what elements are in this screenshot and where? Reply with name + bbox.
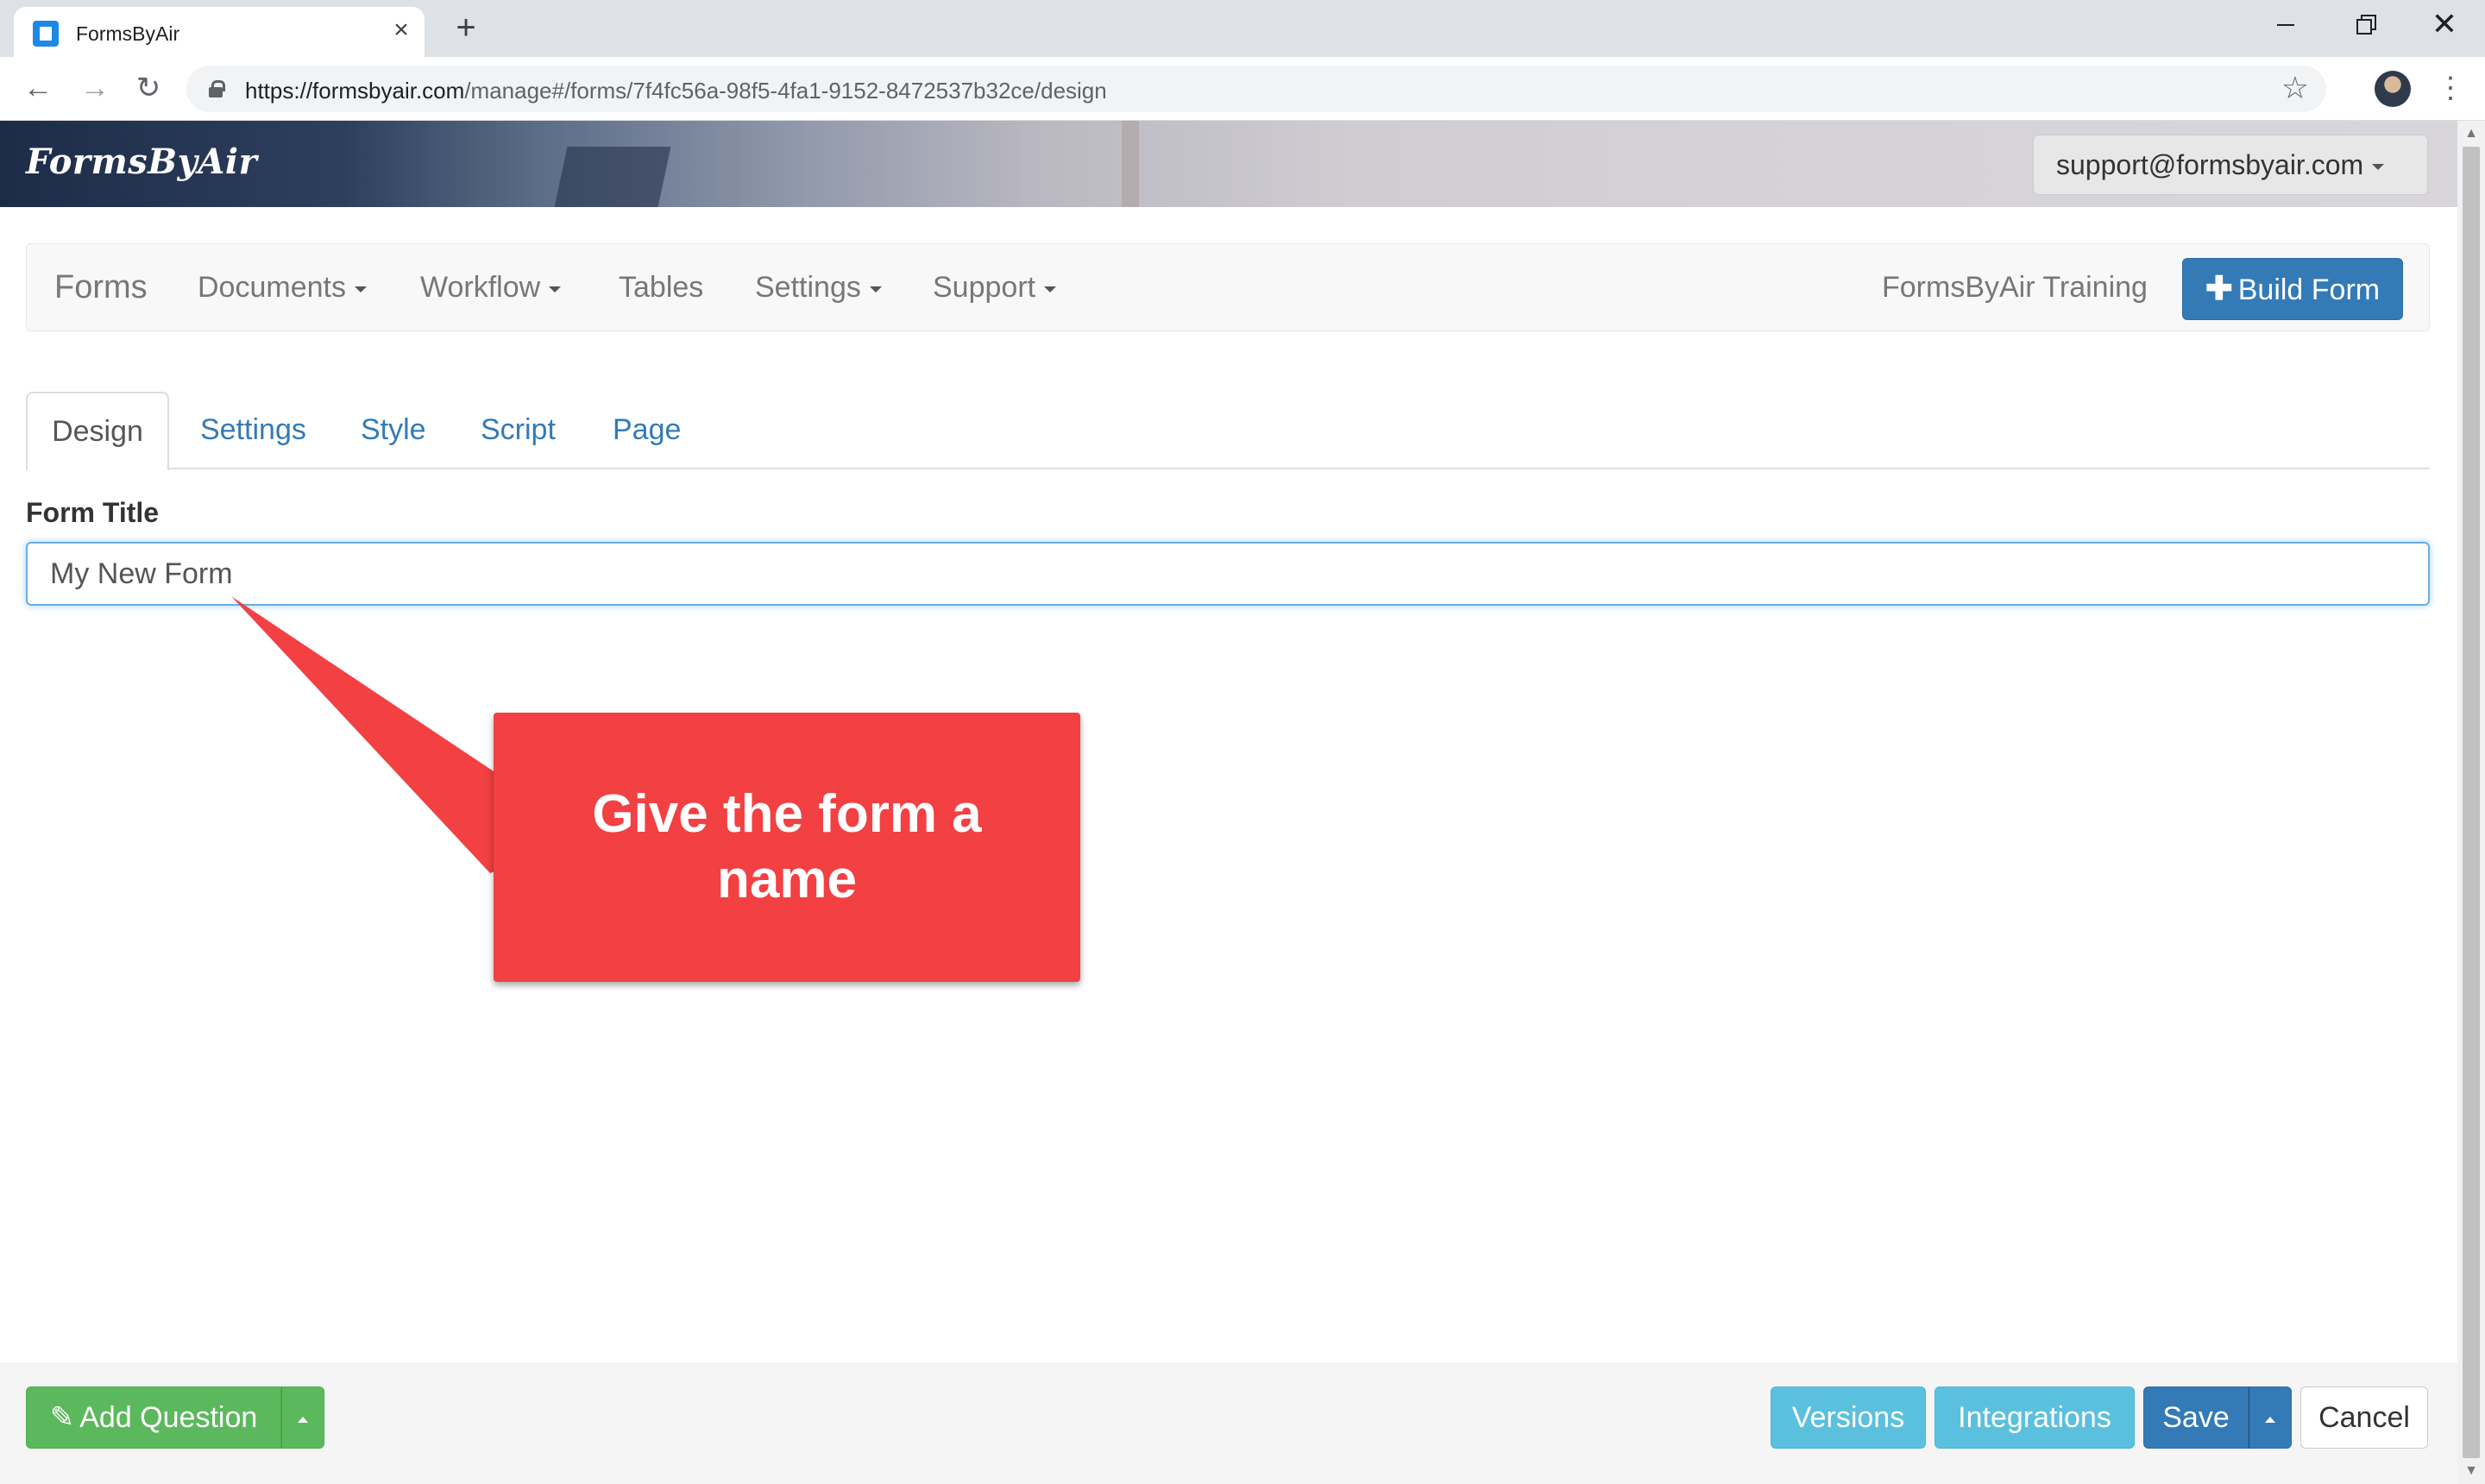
forward-icon[interactable]: → xyxy=(78,71,112,105)
save-dropdown-button[interactable] xyxy=(2249,1387,2292,1449)
callout-text: Give the form a name xyxy=(592,784,982,909)
url-text[interactable]: https://formsbyair.com/manage#/forms/7f4… xyxy=(245,78,1107,104)
versions-button[interactable]: Versions xyxy=(1771,1387,1926,1449)
scroll-up-icon[interactable]: ▲ xyxy=(2457,121,2485,147)
integrations-button[interactable]: Integrations xyxy=(1935,1387,2135,1449)
window-close-icon[interactable]: ✕ xyxy=(2423,7,2466,41)
profile-avatar[interactable] xyxy=(2375,71,2411,107)
footer-action-bar: ✎ Add Question Versions Integrations Save… xyxy=(0,1363,2457,1484)
favicon-icon xyxy=(33,21,59,47)
caret-down-icon xyxy=(2372,164,2385,171)
scrollbar-thumb[interactable] xyxy=(2463,147,2480,1458)
url-host: https://formsbyair.com xyxy=(245,78,465,104)
user-menu-button[interactable]: support@formsbyair.com xyxy=(2033,135,2428,195)
user-email: support@formsbyair.com xyxy=(2056,149,2364,180)
browser-toolbar: ← → ↻ https://formsbyair.com/manage#/for… xyxy=(0,57,2485,121)
add-question-button[interactable]: ✎ Add Question xyxy=(26,1387,281,1449)
browser-tab-title: FormsByAir xyxy=(76,22,180,45)
save-button[interactable]: Save xyxy=(2143,1387,2249,1449)
address-bar[interactable]: https://formsbyair.com/manage#/forms/7f4… xyxy=(186,66,2326,112)
scroll-down-icon[interactable]: ▼ xyxy=(2457,1458,2485,1484)
build-form-label: Build Form xyxy=(2237,274,2381,306)
browser-tab[interactable]: FormsByAir × xyxy=(14,7,425,57)
add-question-dropdown-button[interactable] xyxy=(281,1387,324,1449)
restore-icon[interactable] xyxy=(2343,7,2387,41)
cancel-button[interactable]: Cancel xyxy=(2300,1387,2428,1449)
page-scrollbar[interactable]: ▲ ▼ xyxy=(2457,121,2485,1484)
lock-icon[interactable] xyxy=(209,80,225,97)
url-path: /manage#/forms/7f4fc56a-98f5-4fa1-9152-8… xyxy=(464,78,1107,104)
caret-up-icon xyxy=(2265,1416,2275,1423)
reload-icon[interactable]: ↻ xyxy=(131,71,166,105)
annotation-callout: Give the form a name xyxy=(494,713,1080,982)
page-viewport: FormsByAir support@formsbyair.com Forms … xyxy=(0,121,2457,1484)
new-tab-icon[interactable]: + xyxy=(449,10,483,45)
caret-up-icon xyxy=(298,1416,308,1423)
pencil-icon: ✎ xyxy=(49,1401,75,1434)
build-form-button[interactable]: ✚ Build Form xyxy=(2182,258,2403,320)
plus-icon: ✚ xyxy=(2205,271,2233,307)
nav-account-name[interactable]: FormsByAir Training xyxy=(1882,244,2148,330)
close-icon[interactable]: × xyxy=(388,17,414,43)
star-icon[interactable]: ☆ xyxy=(2281,71,2309,105)
kebab-menu-icon[interactable]: ⋮ xyxy=(2433,71,2468,105)
back-icon[interactable]: ← xyxy=(21,71,55,105)
browser-tab-strip: FormsByAir × + ✕ xyxy=(0,0,2485,57)
add-question-label: Add Question xyxy=(79,1401,258,1434)
minimize-icon[interactable] xyxy=(2264,7,2307,41)
banner-decoration xyxy=(1122,121,1139,207)
